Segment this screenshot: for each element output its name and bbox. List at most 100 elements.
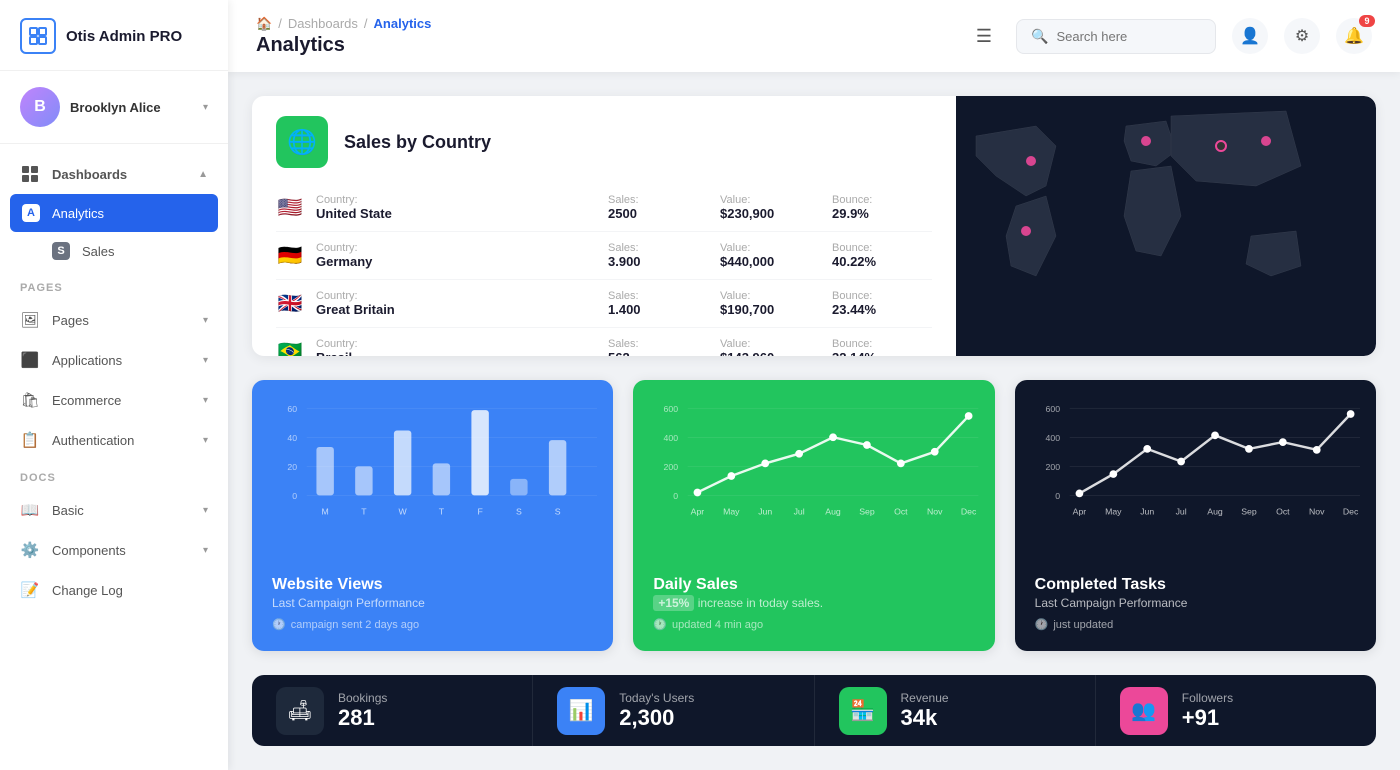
- chevron-down-icon: ▾: [203, 102, 208, 113]
- completed-tasks-card: 600 400 200 0: [1015, 380, 1376, 651]
- svg-text:W: W: [399, 507, 408, 517]
- sales-label: Sales: [82, 244, 115, 259]
- globe-icon: 🌐: [276, 116, 328, 168]
- sidebar-item-pages[interactable]: 🖼 Pages ▾: [0, 300, 228, 340]
- svg-text:Jun: Jun: [759, 507, 773, 517]
- flag-icon-de: 🇩🇪: [276, 246, 304, 266]
- svg-text:20: 20: [287, 462, 297, 472]
- svg-text:400: 400: [1045, 433, 1060, 443]
- svg-text:600: 600: [1045, 404, 1060, 414]
- table-row: 🇬🇧 Country: Great Britain Sales: 1.400 V…: [276, 280, 932, 328]
- user-icon: 👤: [1240, 26, 1260, 46]
- followers-value: +91: [1182, 705, 1233, 731]
- bell-icon: 🔔: [1344, 26, 1364, 46]
- svg-text:Dec: Dec: [1343, 507, 1359, 517]
- svg-text:May: May: [1105, 507, 1122, 517]
- search-box[interactable]: 🔍: [1016, 19, 1216, 54]
- header-left: 🏠 / Dashboards / Analytics Analytics: [256, 16, 960, 57]
- followers-icon-box: 👥: [1120, 687, 1168, 735]
- svg-text:Sep: Sep: [1241, 507, 1257, 517]
- pages-section-label: PAGES: [0, 270, 228, 300]
- completed-tasks-chart: 600 400 200 0: [1015, 380, 1376, 560]
- menu-icon[interactable]: ☰: [976, 26, 992, 47]
- sidebar-item-authentication[interactable]: 📋 Authentication ▾: [0, 420, 228, 460]
- daily-sales-footer: Daily Sales +15% increase in today sales…: [633, 560, 994, 651]
- daily-sales-badge: +15%: [653, 595, 694, 611]
- bookings-label: Bookings: [338, 691, 387, 705]
- user-icon-button[interactable]: 👤: [1232, 18, 1268, 54]
- sidebar-item-dashboards[interactable]: Dashboards ▲: [0, 154, 228, 194]
- sales-letter-icon: S: [52, 242, 70, 260]
- sidebar: Otis Admin PRO B Brooklyn Alice ▾ Dashbo…: [0, 0, 228, 770]
- analytics-label: Analytics: [52, 206, 104, 221]
- completed-tasks-title: Completed Tasks: [1035, 576, 1356, 594]
- svg-text:Oct: Oct: [1276, 507, 1290, 517]
- sales-title: Sales by Country: [344, 132, 491, 153]
- sidebar-item-applications[interactable]: ⬛ Applications ▾: [0, 340, 228, 380]
- sidebar-item-components[interactable]: ⚙️ Components ▾: [0, 530, 228, 570]
- sidebar-item-analytics[interactable]: A Analytics: [10, 194, 218, 232]
- completed-tasks-meta: 🕐 just updated: [1035, 618, 1356, 631]
- applications-label: Applications: [52, 353, 122, 368]
- search-input[interactable]: [1056, 29, 1196, 44]
- components-label: Components: [52, 543, 126, 558]
- content-area: 🌐 Sales by Country 🇺🇸 Country: United St…: [228, 72, 1400, 770]
- apps-chevron-icon: ▾: [203, 355, 208, 366]
- sidebar-item-ecommerce[interactable]: 🛍 Ecommerce ▾: [0, 380, 228, 420]
- logo-icon: [20, 18, 56, 54]
- user-profile[interactable]: B Brooklyn Alice ▾: [0, 71, 228, 144]
- sofa-icon: 🛋: [287, 698, 312, 723]
- breadcrumb-analytics: Analytics: [374, 16, 432, 31]
- svg-text:200: 200: [664, 462, 679, 472]
- country-table: 🇺🇸 Country: United State Sales: 2500 Val…: [252, 184, 956, 356]
- page-title: Analytics: [256, 34, 960, 57]
- breadcrumb-dashboards[interactable]: Dashboards: [288, 16, 358, 31]
- sales-table-area: 🌐 Sales by Country 🇺🇸 Country: United St…: [252, 96, 956, 356]
- daily-sales-card: 600 400 200 0: [633, 380, 994, 651]
- svg-text:0: 0: [674, 491, 679, 501]
- svg-text:Jul: Jul: [1175, 507, 1186, 517]
- users-icon-box: 📊: [557, 687, 605, 735]
- sidebar-item-changelog[interactable]: 📝 Change Log: [0, 570, 228, 610]
- revenue-value: 34k: [901, 705, 949, 731]
- settings-button[interactable]: ⚙: [1284, 18, 1320, 54]
- completed-tasks-footer: Completed Tasks Last Campaign Performanc…: [1015, 560, 1376, 651]
- ecom-chevron-icon: ▾: [203, 395, 208, 406]
- svg-text:Aug: Aug: [826, 507, 842, 517]
- notifications-button[interactable]: 🔔 9: [1336, 18, 1372, 54]
- auth-label: Authentication: [52, 433, 134, 448]
- components-icon: ⚙️: [20, 540, 40, 560]
- svg-text:Aug: Aug: [1207, 507, 1223, 517]
- svg-text:40: 40: [287, 433, 297, 443]
- comps-chevron-icon: ▾: [203, 545, 208, 556]
- svg-text:Sep: Sep: [860, 507, 876, 517]
- svg-text:S: S: [555, 507, 561, 517]
- charts-row: 60 40 20 0 M T: [252, 380, 1376, 651]
- daily-sales-meta: 🕐 updated 4 min ago: [653, 618, 974, 631]
- basic-label: Basic: [52, 503, 84, 518]
- svg-text:May: May: [723, 507, 740, 517]
- website-views-subtitle: Last Campaign Performance: [272, 596, 593, 610]
- website-views-footer: Website Views Last Campaign Performance …: [252, 560, 613, 651]
- flag-icon-gb: 🇬🇧: [276, 294, 304, 314]
- world-map: [956, 96, 1376, 356]
- clock-icon: 🕐: [1035, 618, 1049, 631]
- chevron-up-icon: ▲: [198, 169, 208, 180]
- docs-section-label: DOCS: [0, 460, 228, 490]
- sidebar-navigation: Dashboards ▲ A Analytics S Sales PAGES 🖼…: [0, 144, 228, 770]
- svg-text:M: M: [322, 507, 329, 517]
- breadcrumb-sep2: /: [364, 16, 368, 31]
- changelog-label: Change Log: [52, 583, 123, 598]
- auth-chevron-icon: ▾: [203, 435, 208, 446]
- website-views-chart: 60 40 20 0 M T: [252, 380, 613, 560]
- sidebar-item-basic[interactable]: 📖 Basic ▾: [0, 490, 228, 530]
- search-icon: 🔍: [1031, 28, 1048, 45]
- main-content: 🏠 / Dashboards / Analytics Analytics ☰ 🔍…: [228, 0, 1400, 770]
- svg-text:Nov: Nov: [1309, 507, 1325, 517]
- user-name: Brooklyn Alice: [70, 100, 193, 115]
- sidebar-item-sales[interactable]: S Sales: [0, 232, 228, 270]
- stats-followers: 👥 Followers +91: [1096, 675, 1376, 746]
- svg-text:F: F: [477, 507, 482, 517]
- svg-text:200: 200: [1045, 462, 1060, 472]
- users-value: 2,300: [619, 705, 694, 731]
